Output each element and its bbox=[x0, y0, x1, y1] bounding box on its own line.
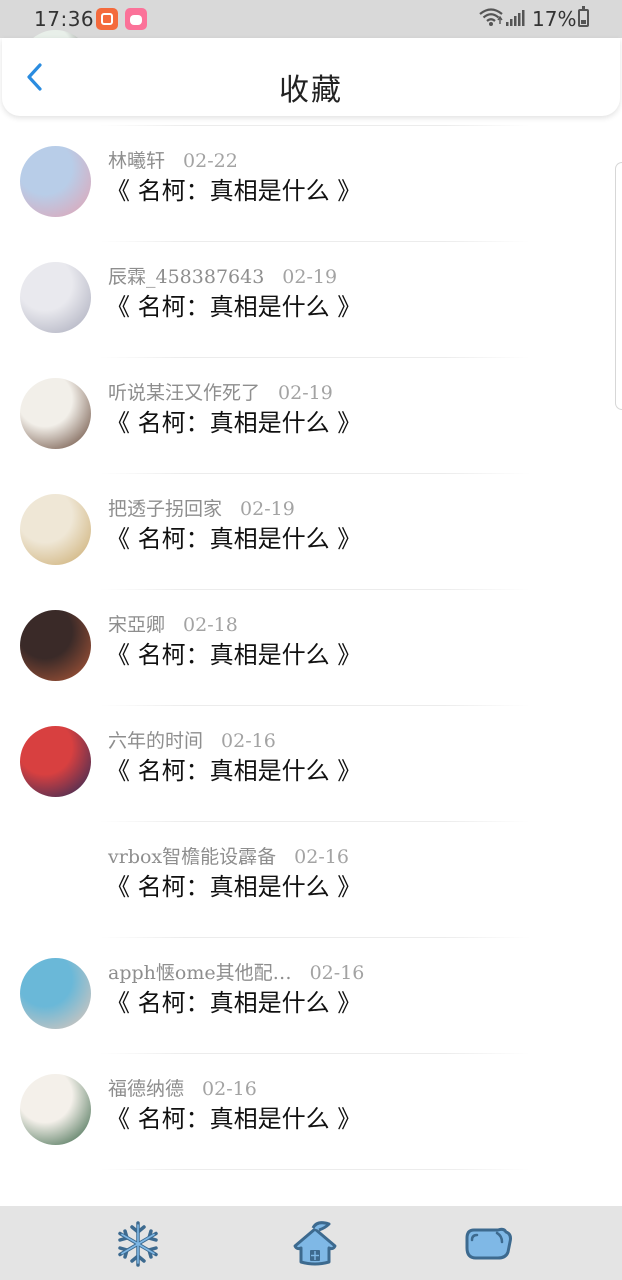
avatar[interactable] bbox=[20, 610, 91, 681]
house-icon bbox=[293, 1221, 337, 1266]
post-date: 02-16 bbox=[294, 846, 349, 868]
author-name[interactable]: 福德纳德 bbox=[108, 1078, 184, 1100]
header: 收藏 bbox=[2, 38, 620, 116]
item-meta: 听说某汪又作死了 02-19 bbox=[108, 378, 333, 405]
item-meta: 六年的时间 02-16 bbox=[108, 726, 276, 753]
post-date: 02-16 bbox=[202, 1078, 257, 1100]
favorite-item[interactable]: 福德纳德 02-16 《 名柯：真相是什么 》 bbox=[0, 1054, 622, 1170]
item-title[interactable]: 《 名柯：真相是什么 》 bbox=[106, 635, 361, 670]
avatar[interactable] bbox=[20, 1074, 91, 1145]
post-date: 02-16 bbox=[309, 962, 365, 984]
favorite-item[interactable]: 辰霖_458387643 02-19 《 名柯：真相是什么 》 bbox=[0, 242, 622, 358]
item-title[interactable]: 《 名柯：真相是什么 》 bbox=[106, 519, 361, 554]
author-name[interactable]: vrbox智檐能设霹备 bbox=[108, 846, 276, 868]
author-name[interactable]: 听说某汪又作死了 bbox=[108, 382, 260, 404]
tab-snowflake[interactable] bbox=[112, 1218, 164, 1270]
favorite-item[interactable]: 把透子拐回家 02-19 《 名柯：真相是什么 》 bbox=[0, 474, 622, 590]
item-title[interactable]: 《 名柯：真相是什么 》 bbox=[106, 1099, 361, 1134]
avatar[interactable] bbox=[20, 378, 91, 449]
avatar[interactable] bbox=[20, 262, 91, 333]
item-title[interactable]: 《 名柯：真相是什么 》 bbox=[106, 983, 361, 1018]
avatar[interactable] bbox=[20, 958, 91, 1029]
post-date: 02-19 bbox=[282, 266, 338, 288]
post-date: 02-18 bbox=[183, 614, 238, 636]
post-date: 02-22 bbox=[183, 150, 238, 172]
avatar[interactable] bbox=[20, 494, 91, 565]
item-title[interactable]: 《 名柯：真相是什么 》 bbox=[106, 403, 361, 438]
avatar[interactable] bbox=[20, 726, 91, 797]
author-name[interactable]: 把透子拐回家 bbox=[108, 498, 222, 520]
page-title: 收藏 bbox=[279, 73, 343, 108]
item-meta: 林曦轩 02-22 bbox=[108, 146, 238, 173]
item-title[interactable]: 《 名柯：真相是什么 》 bbox=[106, 867, 361, 902]
mitten-icon bbox=[465, 1227, 512, 1260]
post-date: 02-16 bbox=[221, 730, 276, 752]
tab-home[interactable] bbox=[289, 1218, 341, 1270]
item-title[interactable]: 《 名柯：真相是什么 》 bbox=[106, 171, 361, 206]
post-date: 02-19 bbox=[240, 498, 295, 520]
favorites-list[interactable]: 《 名柯：真相是什么 》林曦轩02-22《 名柯：真相是什么 》辰霖_45838… bbox=[0, 0, 622, 1206]
favorite-item[interactable]: 六年的时间 02-16 《 名柯：真相是什么 》 bbox=[0, 706, 622, 822]
favorite-item[interactable]: 听说某汪又作死了 02-19 《 名柯：真相是什么 》 bbox=[0, 358, 622, 474]
post-date: 02-19 bbox=[278, 382, 333, 404]
item-meta: 辰霖_458387643 02-19 bbox=[108, 262, 337, 289]
side-drawer-handle[interactable] bbox=[615, 162, 622, 410]
item-meta: 把透子拐回家 02-19 bbox=[108, 494, 295, 521]
author-name[interactable]: 宋亞卿 bbox=[108, 614, 165, 636]
bottom-tab-bar bbox=[0, 1206, 622, 1280]
tab-mitten[interactable] bbox=[462, 1218, 514, 1270]
favorite-item[interactable]: 宋亞卿 02-18 《 名柯：真相是什么 》 bbox=[0, 590, 622, 706]
item-meta: 宋亞卿 02-18 bbox=[108, 610, 238, 637]
favorite-item[interactable]: apph惬ome其他配… 02-16 《 名柯：真相是什么 》 bbox=[0, 938, 622, 1054]
item-title[interactable]: 《 名柯：真相是什么 》 bbox=[106, 287, 361, 322]
item-meta: vrbox智檐能设霹备 02-16 bbox=[108, 842, 349, 869]
snowflake-icon bbox=[118, 1221, 158, 1267]
author-name[interactable]: 林曦轩 bbox=[108, 150, 165, 172]
favorite-item[interactable]: vrbox智檐能设霹备 02-16 《 名柯：真相是什么 》 bbox=[0, 822, 622, 938]
avatar[interactable] bbox=[20, 146, 91, 217]
favorite-item[interactable]: 林曦轩 02-22 《 名柯：真相是什么 》 bbox=[0, 126, 622, 242]
item-title[interactable]: 《 名柯：真相是什么 》 bbox=[106, 751, 361, 786]
author-name[interactable]: 六年的时间 bbox=[108, 730, 203, 752]
author-name[interactable]: 辰霖_458387643 bbox=[108, 266, 264, 288]
divider bbox=[100, 1169, 530, 1170]
item-meta: apph惬ome其他配… 02-16 bbox=[108, 958, 364, 985]
author-name[interactable]: apph惬ome其他配… bbox=[108, 962, 292, 984]
item-meta: 福德纳德 02-16 bbox=[108, 1074, 257, 1101]
